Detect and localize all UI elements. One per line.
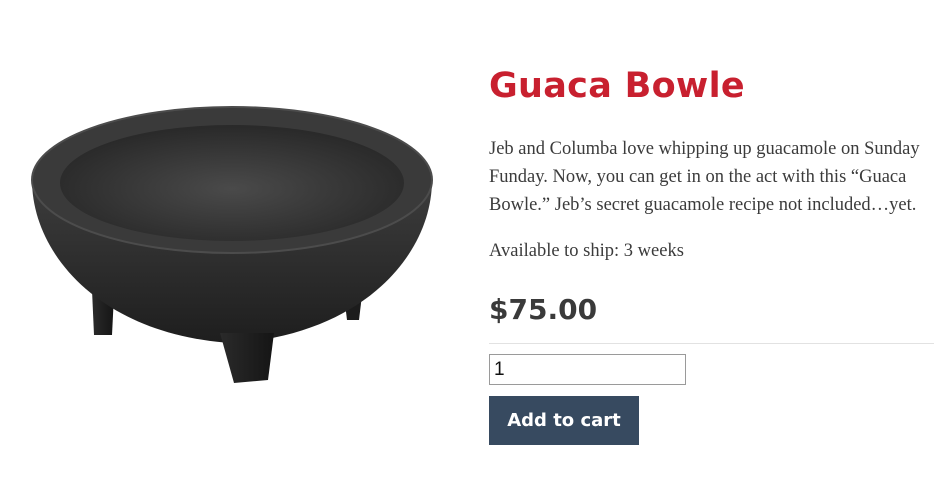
molcajete-bowl-image <box>31 106 433 383</box>
product-title: Guaca Bowle <box>489 66 745 106</box>
product-description: Jeb and Columba love whipping up guacamo… <box>489 139 920 215</box>
quantity-input[interactable] <box>489 354 686 385</box>
add-to-cart-button[interactable]: Add to cart <box>489 396 639 445</box>
availability-text: Available to ship: 3 weeks <box>489 241 684 261</box>
divider <box>489 343 934 344</box>
product-price: $75.00 <box>489 293 598 326</box>
product-summary: Guaca Bowle Jeb and Columba love whippin… <box>489 62 939 445</box>
product-image[interactable] <box>22 95 442 395</box>
